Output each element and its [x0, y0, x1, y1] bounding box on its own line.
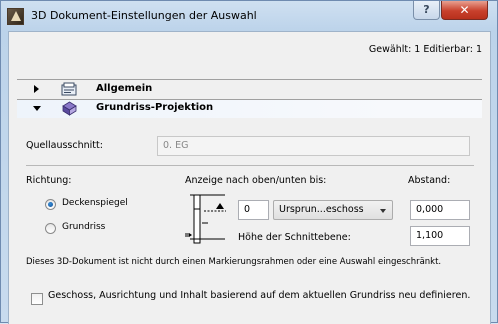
- section-label: Allgemein: [96, 83, 153, 94]
- dialog-window: 3D Dokument-Einstellungen der Auswahl ? …: [0, 0, 498, 324]
- section-label: Grundriss-Projektion: [96, 102, 214, 113]
- source-field[interactable]: 0. EG: [157, 136, 470, 156]
- cut-plane-label: Höhe der Schnittebene:: [238, 232, 351, 243]
- radio-grundriss-label[interactable]: Grundriss: [62, 222, 105, 232]
- section-grundriss-projektion[interactable]: Grundriss-Projektion: [17, 100, 482, 118]
- section-allgemein[interactable]: Allgemein: [17, 81, 482, 99]
- story-offset-field[interactable]: 0: [238, 200, 269, 220]
- selection-count: Gewählt: 1 Editierbar: 1: [368, 44, 482, 55]
- title-bar[interactable]: 3D Dokument-Einstellungen der Auswahl ? …: [1, 1, 498, 31]
- direction-label: Richtung:: [26, 175, 72, 186]
- close-button[interactable]: ✕: [441, 1, 488, 20]
- floorplan-projection-icon: [62, 101, 77, 116]
- collapse-arrow-icon[interactable]: [33, 106, 41, 111]
- redefine-checkbox-label[interactable]: Geschoss, Ausrichtung und Inhalt basiere…: [48, 289, 478, 302]
- expand-arrow-icon[interactable]: [34, 85, 39, 93]
- story-reference-combo[interactable]: Ursprun...eschoss: [273, 200, 393, 220]
- story-reference-value: Ursprun...eschoss: [279, 204, 364, 215]
- display-range-label: Anzeige nach oben/unten bis:: [185, 175, 327, 186]
- redefine-checkbox[interactable]: [31, 293, 43, 305]
- divider: [17, 79, 482, 80]
- distance-field[interactable]: 0,000: [410, 200, 470, 220]
- cut-plane-height-field[interactable]: 1,100: [410, 226, 470, 246]
- dropdown-arrow-icon: [380, 209, 386, 213]
- info-text: Dieses 3D-Dokument ist nicht durch einen…: [26, 257, 442, 267]
- archicad-app-icon: [7, 8, 24, 25]
- divider: [26, 165, 474, 166]
- dialog-content: Gewählt: 1 Editierbar: 1 Allgemein Grund…: [8, 31, 491, 324]
- radio-deckenspiegel-label[interactable]: Deckenspiegel: [62, 198, 128, 208]
- source-label: Quellausschnitt:: [26, 140, 103, 151]
- section-height-diagram-icon: [185, 194, 226, 244]
- radio-deckenspiegel[interactable]: [45, 199, 56, 210]
- distance-label: Abstand:: [408, 175, 451, 186]
- window-title: 3D Dokument-Einstellungen der Auswahl: [31, 9, 257, 22]
- general-settings-icon: [61, 82, 77, 96]
- help-button[interactable]: ?: [413, 1, 440, 20]
- radio-grundriss[interactable]: [45, 223, 56, 234]
